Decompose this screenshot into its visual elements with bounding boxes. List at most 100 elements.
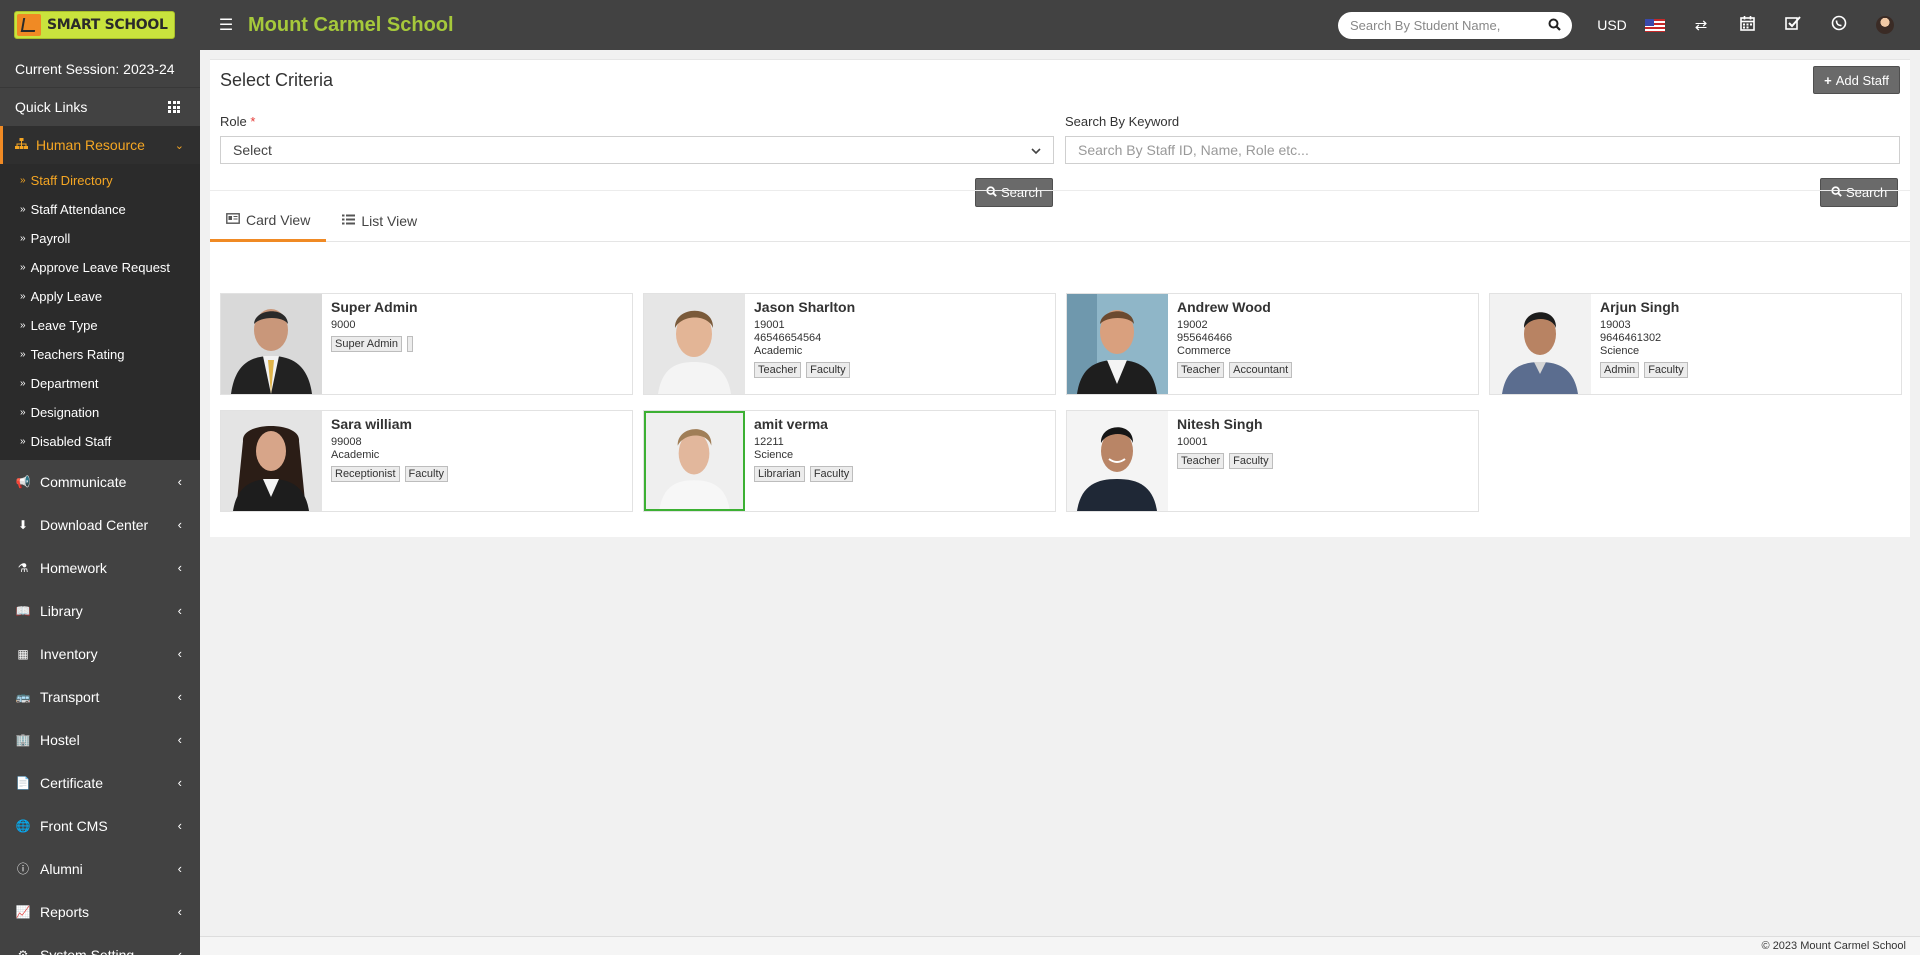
staff-photo[interactable] xyxy=(221,294,322,394)
double-chevron-icon: » xyxy=(20,349,26,360)
staff-info: Super Admin 9000 Super Admin xyxy=(331,299,418,352)
search-button-label: Search xyxy=(1001,185,1043,200)
current-session: Current Session: 2023-24 xyxy=(0,50,200,88)
staff-name[interactable]: Nitesh Singh xyxy=(1177,416,1278,432)
double-chevron-icon: » xyxy=(20,204,26,215)
staff-card[interactable]: Jason Sharlton 19001 46546654564 Academi… xyxy=(643,293,1056,395)
staff-card[interactable]: Super Admin 9000 Super Admin xyxy=(220,293,633,395)
submenu-designation[interactable]: » Designation xyxy=(0,398,200,427)
submenu-disabled-staff[interactable]: » Disabled Staff xyxy=(0,427,200,456)
sidebar-item-transport[interactable]: 🚌 Transport ‹ xyxy=(0,675,200,718)
sidebar-item-human-resource[interactable]: Human Resource ⌄ xyxy=(0,126,200,164)
currency-selector[interactable]: USD xyxy=(1592,17,1632,33)
staff-photo[interactable] xyxy=(221,411,322,511)
sidebar-item-alumni[interactable]: ⓘ Alumni ‹ xyxy=(0,847,200,890)
submenu-staff-attendance[interactable]: » Staff Attendance xyxy=(0,195,200,224)
chevron-left-icon: ‹ xyxy=(177,947,182,955)
student-search-input[interactable]: Search By Student Name, xyxy=(1338,12,1572,39)
submenu-leave-type[interactable]: » Leave Type xyxy=(0,311,200,340)
user-avatar-icon[interactable] xyxy=(1862,16,1908,35)
whatsapp-icon[interactable] xyxy=(1816,15,1862,35)
chevron-left-icon: ‹ xyxy=(177,732,182,747)
building-icon: 🏢 xyxy=(15,732,31,747)
inventory-icon: ▦ xyxy=(17,646,29,661)
list-icon xyxy=(342,214,356,228)
submenu-label: Designation xyxy=(30,405,100,420)
sidebar-item-communicate[interactable]: 📢 Communicate ‹ xyxy=(0,460,200,503)
double-chevron-icon: » xyxy=(20,175,26,186)
sidebar-item-system-setting[interactable]: ⚙ System Setting ‹ xyxy=(0,933,200,955)
keyword-search-input[interactable]: Search By Staff ID, Name, Role etc... xyxy=(1065,136,1900,164)
staff-name[interactable]: Arjun Singh xyxy=(1600,299,1693,315)
staff-name[interactable]: Andrew Wood xyxy=(1177,299,1297,315)
staff-info: amit verma 12211 Science Librarian Facul… xyxy=(754,416,858,482)
staff-id: 12211 xyxy=(754,436,784,448)
submenu-label: Staff Attendance xyxy=(30,202,126,217)
task-checklist-icon[interactable] xyxy=(1770,15,1816,35)
staff-card[interactable]: amit verma 12211 Science Librarian Facul… xyxy=(643,410,1056,512)
staff-name[interactable]: Jason Sharlton xyxy=(754,299,855,315)
switch-session-icon[interactable]: ⇄ xyxy=(1678,16,1724,34)
keyword-label: Search By Keyword xyxy=(1065,114,1180,129)
submenu-apply-leave[interactable]: » Apply Leave xyxy=(0,282,200,311)
sidebar-item-inventory[interactable]: ▦ Inventory ‹ xyxy=(0,632,200,675)
staff-card[interactable]: Arjun Singh 19003 9646461302 Science Adm… xyxy=(1489,293,1902,395)
sidebar-item-library[interactable]: 📖 Library ‹ xyxy=(0,589,200,632)
submenu-department[interactable]: » Department xyxy=(0,369,200,398)
quick-links[interactable]: Quick Links xyxy=(0,88,200,126)
staff-id: 9000 xyxy=(331,319,356,331)
staff-photo[interactable] xyxy=(1067,294,1168,394)
sidebar-item-front-cms[interactable]: 🌐 Front CMS ‹ xyxy=(0,804,200,847)
staff-name[interactable]: Super Admin xyxy=(331,299,418,315)
calendar-icon[interactable] xyxy=(1724,15,1770,35)
tab-card-view[interactable]: Card View xyxy=(210,200,327,242)
chevron-left-icon: ‹ xyxy=(177,474,182,489)
staff-phone: 46546654564 xyxy=(754,332,822,344)
staff-name[interactable]: amit verma xyxy=(754,416,858,432)
submenu-approve-leave[interactable]: » Approve Leave Request xyxy=(0,253,200,282)
submenu-payroll[interactable]: » Payroll xyxy=(0,224,200,253)
sidebar-item-reports[interactable]: 📈 Reports ‹ xyxy=(0,890,200,933)
sidebar-item-label: Download Center xyxy=(40,516,149,533)
add-staff-button[interactable]: + Add Staff xyxy=(1813,66,1900,94)
role-label: Role * xyxy=(220,114,255,129)
sidebar-item-hostel[interactable]: 🏢 Hostel ‹ xyxy=(0,718,200,761)
language-flag-icon[interactable] xyxy=(1632,17,1678,34)
view-tabs: Card View List View xyxy=(210,200,1910,242)
bus-icon: 🚌 xyxy=(15,689,31,704)
tab-list-view[interactable]: List View xyxy=(326,200,433,242)
role-badge: Receptionist xyxy=(331,466,400,482)
staff-photo[interactable] xyxy=(1490,294,1591,394)
footer: © 2023 Mount Carmel School xyxy=(200,936,1920,955)
search-icon[interactable] xyxy=(1544,18,1564,34)
school-name: Mount Carmel School xyxy=(248,13,454,36)
role-select[interactable]: Select xyxy=(220,136,1054,164)
sidebar-item-certificate[interactable]: 📄 Certificate ‹ xyxy=(0,761,200,804)
chevron-left-icon: ‹ xyxy=(177,861,182,876)
staff-photo[interactable] xyxy=(644,411,745,511)
staff-photo[interactable] xyxy=(644,294,745,394)
staff-card[interactable]: Andrew Wood 19002 955646466 Commerce Tea… xyxy=(1066,293,1479,395)
submenu-teachers-rating[interactable]: » Teachers Rating xyxy=(0,340,200,369)
staff-name[interactable]: Sara william xyxy=(331,416,453,432)
staff-department: Commerce xyxy=(1177,345,1231,357)
sidebar-item-download-center[interactable]: ⬇ Download Center ‹ xyxy=(0,503,200,546)
sidebar-item-homework[interactable]: ⚗ Homework ‹ xyxy=(0,546,200,589)
role-select-value: Select xyxy=(233,142,272,158)
logo[interactable]: SMART SCHOOL xyxy=(0,0,200,50)
double-chevron-icon: » xyxy=(20,320,26,331)
staff-info: Sara william 99008 Academic Receptionist… xyxy=(331,416,453,482)
chevron-left-icon: ‹ xyxy=(177,904,182,919)
role-tags: Admin Faculty xyxy=(1600,362,1693,378)
hamburger-menu-icon[interactable]: ☰ xyxy=(206,0,246,50)
submenu-staff-directory[interactable]: » Staff Directory xyxy=(0,166,200,195)
double-chevron-icon: » xyxy=(20,291,26,302)
sidebar-item-label: Certificate xyxy=(40,774,104,791)
staff-card[interactable]: Nitesh Singh 10001 Teacher Faculty xyxy=(1066,410,1479,512)
card-icon xyxy=(226,212,240,227)
staff-photo[interactable] xyxy=(1067,411,1168,511)
role-badge: Super Admin xyxy=(331,336,402,352)
double-chevron-icon: » xyxy=(20,262,26,273)
staff-card[interactable]: Sara william 99008 Academic Receptionist… xyxy=(220,410,633,512)
sidebar-item-label: Human Resource xyxy=(36,137,145,153)
